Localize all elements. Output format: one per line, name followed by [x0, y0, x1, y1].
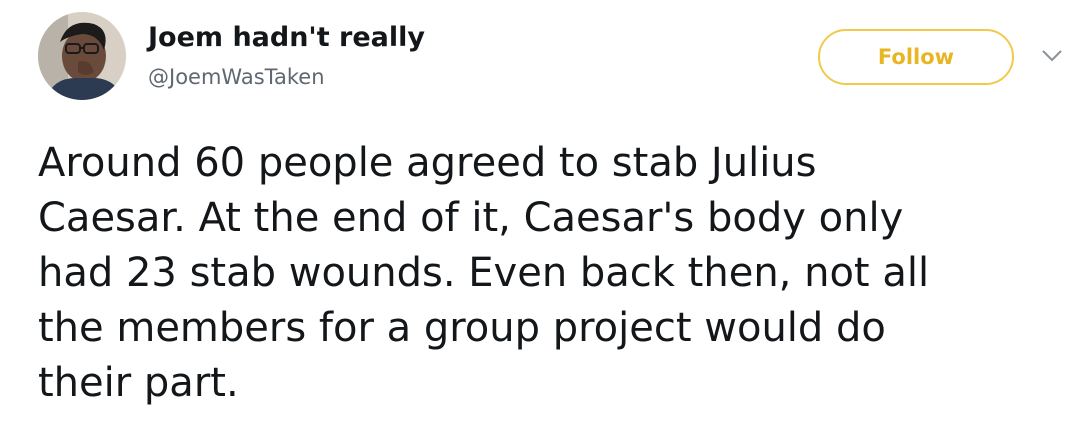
avatar-photo [38, 12, 126, 100]
tweet-text-line: their part. [38, 360, 239, 406]
avatar[interactable] [38, 12, 126, 100]
follow-button[interactable]: Follow [818, 29, 1014, 85]
user-handle[interactable]: @JoemWasTaken [148, 64, 325, 90]
display-name[interactable]: Joem hadn't really [148, 22, 425, 54]
tweet-text-line: the members for a group project would do [38, 305, 886, 351]
tweet-menu-button[interactable] [1038, 46, 1066, 66]
tweet-text-line: had 23 stab wounds. Even back then, not … [38, 250, 930, 296]
tweet-card: Joem hadn't really @JoemWasTaken Follow … [0, 0, 1080, 433]
chevron-down-icon [1042, 50, 1062, 62]
tweet-text: Around 60 people agreed to stab Julius C… [38, 136, 1038, 411]
tweet-text-line: Caesar. At the end of it, Caesar's body … [38, 195, 904, 241]
tweet-text-line: Around 60 people agreed to stab Julius [38, 140, 817, 186]
